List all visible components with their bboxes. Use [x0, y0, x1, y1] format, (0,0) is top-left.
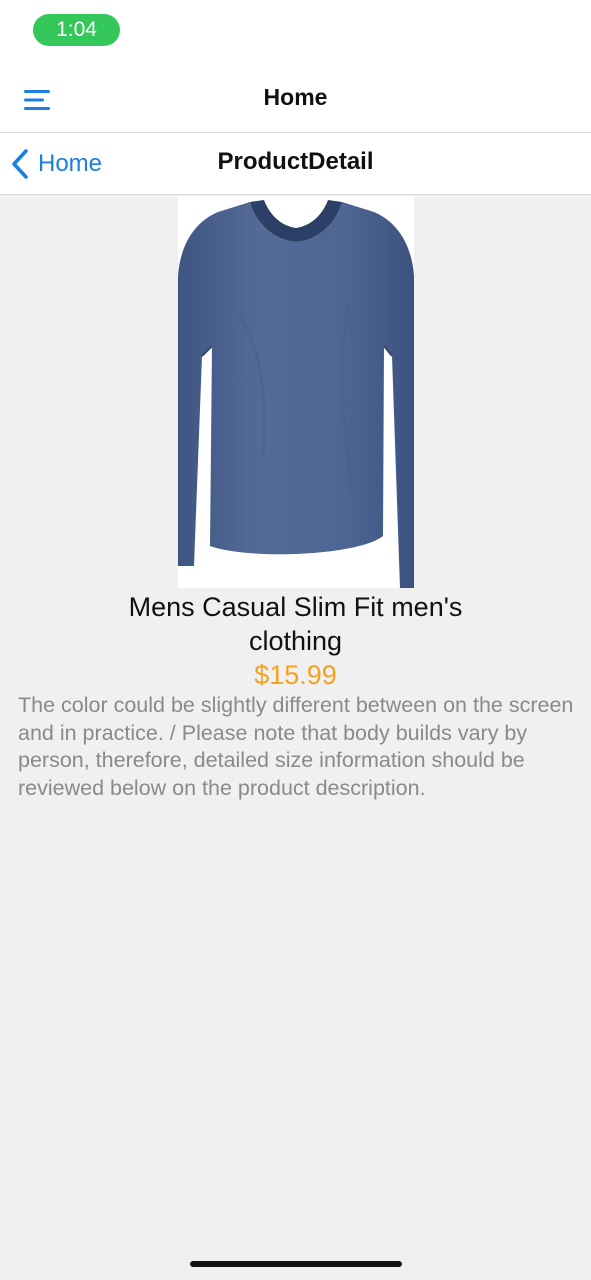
product-image	[178, 196, 414, 588]
product-name: Mens Casual Slim Fit men's clothing	[128, 592, 463, 656]
product-description: The color could be slightly different be…	[18, 693, 574, 800]
status-bar: 1:04	[0, 0, 591, 62]
top-nav-title: Home	[263, 84, 328, 110]
product-price: $15.99	[254, 660, 337, 690]
home-indicator[interactable]	[190, 1261, 402, 1267]
status-time: 1:04	[33, 14, 120, 46]
sub-navigation-bar: Home ProductDetail	[0, 133, 591, 195]
page-title: ProductDetail	[217, 148, 374, 175]
top-navigation-bar: Home	[0, 62, 591, 133]
